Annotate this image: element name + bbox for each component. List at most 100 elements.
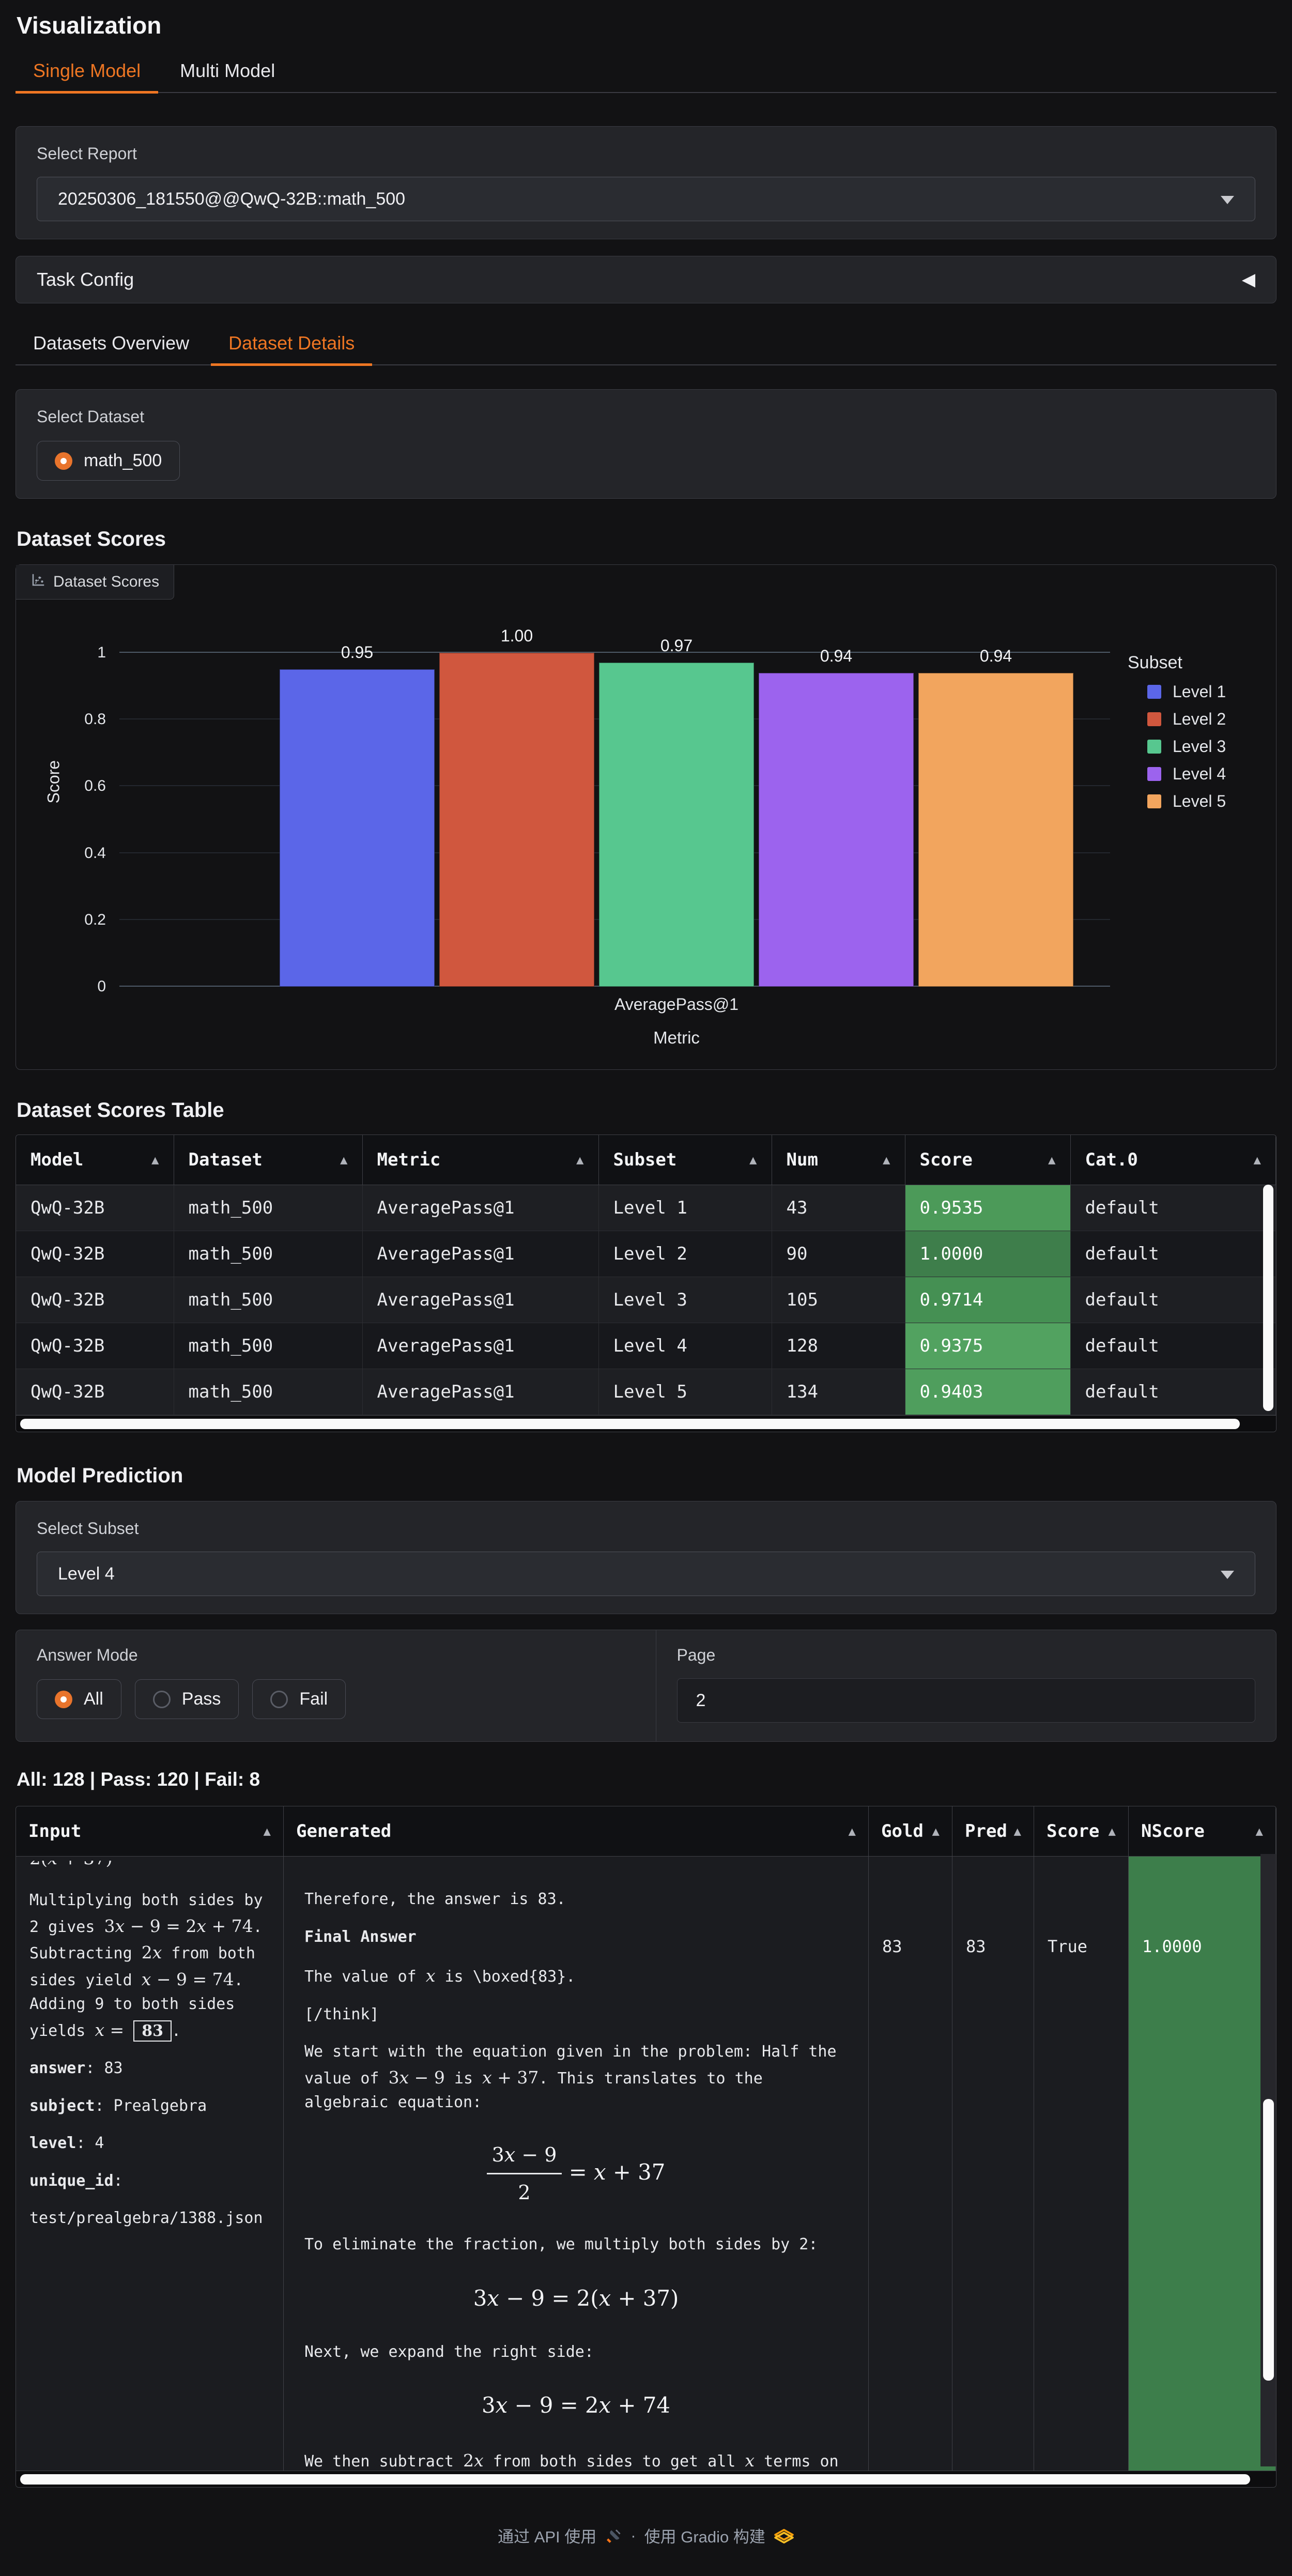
task-config-accordion[interactable]: Task Config ◀ bbox=[16, 256, 1276, 303]
v-scrollbar-track bbox=[1260, 1854, 1276, 2466]
legend-label: Level 5 bbox=[1173, 792, 1226, 811]
select-subset-dropdown[interactable]: Level 4 bbox=[37, 1552, 1255, 1596]
sort-asc-icon: ▲ bbox=[883, 1153, 890, 1167]
radio-label: Pass bbox=[182, 1689, 221, 1709]
chevron-down-icon bbox=[1221, 1571, 1234, 1579]
table-row: QwQ-32Bmath_500AveragePass@1Level 1430.9… bbox=[16, 1185, 1276, 1231]
chart-icon bbox=[30, 572, 46, 592]
dataset-scores-heading: Dataset Scores bbox=[17, 528, 1276, 551]
page-input[interactable]: 2 bbox=[677, 1678, 1256, 1723]
column-header-pred[interactable]: Pred▲ bbox=[952, 1806, 1034, 1857]
y-tick-label: 0.6 bbox=[84, 777, 106, 795]
paragraph: Final Answer bbox=[304, 1925, 848, 1950]
tab-dataset-details[interactable]: Dataset Details bbox=[211, 327, 372, 364]
table-row: QwQ-32Bmath_500AveragePass@1Level 31050.… bbox=[16, 1277, 1276, 1323]
chart-label-chip[interactable]: Dataset Scores bbox=[16, 565, 174, 600]
paragraph: We then subtract 2x from both sides to g… bbox=[304, 2447, 848, 2471]
cell-subset: Level 2 bbox=[598, 1231, 772, 1277]
column-header-nscore[interactable]: NScore▲ bbox=[1129, 1806, 1276, 1857]
dataset-scores-table: Model▲Dataset▲Metric▲Subset▲Num▲Score▲Ca… bbox=[16, 1134, 1276, 1432]
y-tick-label: 0 bbox=[97, 978, 106, 995]
table-row: QwQ-32Bmath_500AveragePass@1Level 51340.… bbox=[16, 1369, 1276, 1415]
bar-plot: 00.20.40.60.810.951.000.970.940.94Averag… bbox=[119, 653, 1110, 987]
cell-metric: AveragePass@1 bbox=[362, 1369, 598, 1415]
equation: 3x − 92 = x + 37 bbox=[304, 2140, 848, 2209]
cell-model: QwQ-32B bbox=[16, 1323, 174, 1369]
answer-mode-page-row: Answer Mode All Pass Fail Page 2 bbox=[16, 1630, 1276, 1742]
dataset-scores-table-heading: Dataset Scores Table bbox=[17, 1099, 1276, 1122]
cell-pred: 83 bbox=[952, 1857, 1034, 2471]
footer-use-api[interactable]: 通过 API 使用 bbox=[498, 2524, 596, 2547]
dataset-tabbar: Datasets OverviewDataset Details bbox=[16, 327, 1276, 365]
column-header-input[interactable]: Input▲ bbox=[16, 1806, 284, 1857]
cell-cat-0: default bbox=[1070, 1277, 1276, 1323]
chart-legend: SubsetLevel 1Level 2Level 3Level 4Level … bbox=[1110, 653, 1257, 819]
radio-all[interactable]: All bbox=[37, 1679, 121, 1719]
legend-item-level-5[interactable]: Level 5 bbox=[1147, 792, 1257, 811]
column-header-gold[interactable]: Gold▲ bbox=[869, 1806, 952, 1857]
legend-swatch bbox=[1147, 685, 1161, 699]
tab-single-model[interactable]: Single Model bbox=[16, 55, 158, 92]
radio-icon bbox=[270, 1691, 288, 1708]
footer-built-with[interactable]: 使用 Gradio 构建 bbox=[644, 2524, 765, 2547]
column-header-generated[interactable]: Generated▲ bbox=[284, 1806, 869, 1857]
legend-label: Level 1 bbox=[1173, 682, 1226, 701]
footer-separator: · bbox=[630, 2526, 636, 2545]
column-header-num[interactable]: Num▲ bbox=[772, 1135, 905, 1185]
radio-label: All bbox=[84, 1689, 103, 1709]
cell-dataset: math_500 bbox=[174, 1323, 362, 1369]
tab-multi-model[interactable]: Multi Model bbox=[162, 55, 293, 92]
h-scrollbar-thumb[interactable] bbox=[20, 2474, 1250, 2485]
bar-level-2[interactable] bbox=[439, 653, 594, 987]
column-header-score[interactable]: Score▲ bbox=[905, 1135, 1070, 1185]
answer-mode-label: Answer Mode bbox=[37, 1646, 635, 1665]
bar-level-1[interactable] bbox=[280, 669, 435, 987]
sort-asc-icon: ▲ bbox=[1109, 1824, 1116, 1838]
bar-level-4[interactable] bbox=[759, 673, 914, 987]
paragraph: Multiplying both sides by 2 gives 3x − 9… bbox=[29, 1889, 270, 2043]
bar-value-label: 1.00 bbox=[501, 626, 533, 646]
column-header-model[interactable]: Model▲ bbox=[16, 1135, 174, 1185]
answer-mode-group: Answer Mode All Pass Fail bbox=[16, 1630, 656, 1741]
radio-icon bbox=[55, 452, 72, 470]
gridline bbox=[119, 652, 1110, 653]
radio-fail[interactable]: Fail bbox=[252, 1679, 346, 1719]
legend-item-level-2[interactable]: Level 2 bbox=[1147, 710, 1257, 729]
main-tabbar: Single ModelMulti Model bbox=[16, 55, 1276, 93]
bar-level-5[interactable] bbox=[918, 673, 1073, 987]
legend-item-level-1[interactable]: Level 1 bbox=[1147, 682, 1257, 701]
page-label: Page bbox=[677, 1646, 1256, 1665]
y-tick-label: 0.2 bbox=[84, 911, 106, 929]
legend-item-level-3[interactable]: Level 3 bbox=[1147, 737, 1257, 756]
bar-level-3[interactable] bbox=[599, 663, 754, 987]
legend-item-level-4[interactable]: Level 4 bbox=[1147, 764, 1257, 784]
select-subset-label: Select Subset bbox=[37, 1519, 1255, 1538]
y-tick-label: 0.8 bbox=[84, 711, 106, 728]
paragraph: The value of x is \boxed{83}. bbox=[304, 1962, 848, 1989]
select-dataset-label: Select Dataset bbox=[37, 407, 1255, 426]
cell-cat-0: default bbox=[1070, 1323, 1276, 1369]
cell-dataset: math_500 bbox=[174, 1185, 362, 1231]
cell-score: 0.9714 bbox=[905, 1277, 1070, 1323]
cell-metric: AveragePass@1 bbox=[362, 1185, 598, 1231]
column-header-subset[interactable]: Subset▲ bbox=[598, 1135, 772, 1185]
column-header-score[interactable]: Score▲ bbox=[1034, 1806, 1129, 1857]
tab-datasets-overview[interactable]: Datasets Overview bbox=[16, 327, 207, 364]
legend-swatch bbox=[1147, 794, 1161, 808]
column-header-dataset[interactable]: Dataset▲ bbox=[174, 1135, 362, 1185]
radio-math-500[interactable]: math_500 bbox=[37, 441, 180, 481]
sort-asc-icon: ▲ bbox=[932, 1824, 940, 1838]
v-scrollbar-thumb[interactable] bbox=[1263, 2099, 1274, 2381]
column-header-metric[interactable]: Metric▲ bbox=[362, 1135, 598, 1185]
scores-table: Model▲Dataset▲Metric▲Subset▲Num▲Score▲Ca… bbox=[16, 1135, 1276, 1415]
column-header-cat-0[interactable]: Cat.0▲ bbox=[1070, 1135, 1276, 1185]
paragraph: [/think] bbox=[304, 2003, 848, 2027]
legend-label: Level 3 bbox=[1173, 737, 1226, 756]
task-config-label: Task Config bbox=[37, 269, 134, 290]
select-report-dropdown[interactable]: 20250306_181550@@QwQ-32B::math_500 bbox=[37, 177, 1255, 221]
radio-pass[interactable]: Pass bbox=[135, 1679, 239, 1719]
v-scrollbar-thumb[interactable] bbox=[1263, 1185, 1273, 1411]
paragraph: Next, we expand the right side: bbox=[304, 2340, 848, 2365]
h-scrollbar-thumb[interactable] bbox=[20, 1419, 1240, 1429]
table-row: QwQ-32Bmath_500AveragePass@1Level 2901.0… bbox=[16, 1231, 1276, 1277]
